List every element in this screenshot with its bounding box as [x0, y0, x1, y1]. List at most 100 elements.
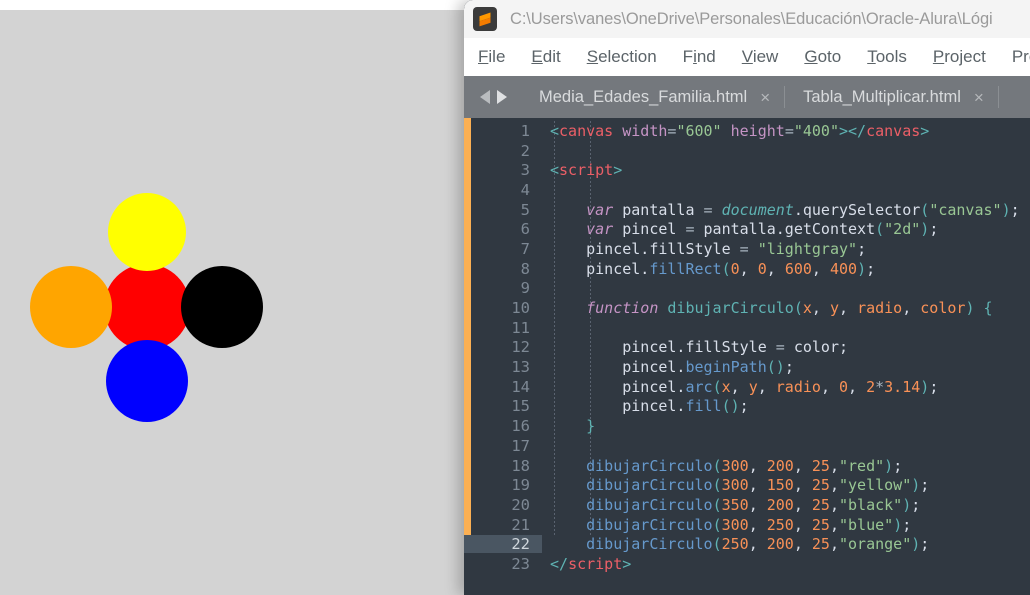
menu-item-find[interactable]: Find: [683, 47, 716, 67]
tab-navigation[interactable]: [464, 90, 521, 104]
code-line[interactable]: 12 pincel.fillStyle = color;: [464, 338, 1030, 358]
window-title: C:\Users\vanes\OneDrive\Personales\Educa…: [510, 9, 993, 28]
code-line-text: }: [586, 417, 596, 436]
tab-divider: [997, 86, 999, 108]
code-line[interactable]: 2: [464, 141, 1030, 161]
code-line[interactable]: 8 pincel.fillRect(0, 0, 600, 400);: [464, 259, 1030, 279]
menu-item-file[interactable]: File: [478, 47, 505, 67]
code-line[interactable]: 9: [464, 279, 1030, 299]
circle-red: [104, 264, 190, 350]
tab-bar: Media_Edades_Familia.html × Tabla_Multipli…: [464, 76, 1030, 118]
triangle-right-icon[interactable]: [497, 90, 507, 104]
line-number: 22: [464, 535, 542, 554]
line-number: 1: [520, 121, 530, 140]
code-line-text: <canvas width="600" height="400"></canva…: [550, 121, 930, 140]
code-line[interactable]: 16 }: [464, 416, 1030, 436]
sublime-text-window: C:\Users\vanes\OneDrive\Personales\Educa…: [464, 0, 1030, 595]
line-number: 15: [511, 397, 530, 416]
line-number: 6: [520, 220, 530, 239]
line-number: 23: [511, 554, 530, 573]
code-line[interactable]: 11: [464, 318, 1030, 338]
code-line[interactable]: 18 dibujarCirculo(300, 200, 25,"red");: [464, 456, 1030, 476]
title-bar[interactable]: C:\Users\vanes\OneDrive\Personales\Educa…: [464, 0, 1030, 38]
line-number: 20: [511, 495, 530, 514]
line-number: 13: [511, 358, 530, 377]
menu-item-project[interactable]: Project: [933, 47, 986, 67]
code-line-text: pincel.arc(x, y, radio, 0, 2*3.14);: [550, 377, 939, 396]
circle-black: [181, 266, 263, 348]
menu-item-goto[interactable]: Goto: [804, 47, 841, 67]
code-line[interactable]: 3 <script>: [464, 160, 1030, 180]
code-line-text: dibujarCirculo(350, 200, 25,"black");: [586, 495, 921, 514]
tab-Media_Edades_Familia.html[interactable]: Media_Edades_Familia.html ×: [521, 76, 784, 118]
menu-item-edit[interactable]: Edit: [531, 47, 560, 67]
code-line[interactable]: 17: [464, 436, 1030, 456]
line-number: 16: [511, 417, 530, 436]
menu-item-selection[interactable]: Selection: [587, 47, 657, 67]
line-number: 21: [511, 515, 530, 534]
line-number: 2: [520, 141, 530, 160]
browser-page: [0, 0, 470, 595]
code-line[interactable]: 13 pincel.beginPath();: [464, 357, 1030, 377]
code-line[interactable]: 20 dibujarCirculo(350, 200, 25,"black");: [464, 495, 1030, 515]
code-lines: 1 <canvas width="600" height="400"></canv…: [464, 118, 1030, 574]
line-number: 10: [511, 299, 530, 318]
code-line-text: pincel.fillStyle = "lightgray";: [550, 239, 867, 258]
line-number: 19: [511, 476, 530, 495]
code-line-text: pincel.fillRect(0, 0, 600, 400);: [550, 259, 876, 278]
circle-yellow: [108, 193, 186, 271]
line-number: 3: [520, 161, 530, 180]
code-editor[interactable]: 1 <canvas width="600" height="400"></canv…: [464, 118, 1030, 595]
line-number: 8: [520, 259, 530, 278]
code-line-text: <script>: [550, 161, 623, 180]
code-line[interactable]: 23 </script>: [464, 554, 1030, 574]
code-line-text: dibujarCirculo(300, 150, 25,"yellow");: [586, 476, 930, 495]
code-line-text: var pantalla = document.querySelector("c…: [586, 200, 1020, 219]
tab-Tabla_Multiplicar.html[interactable]: Tabla_Multiplicar.html ×: [785, 76, 998, 118]
line-number: 4: [520, 180, 530, 199]
line-number: 12: [511, 338, 530, 357]
code-line-text: dibujarCirculo(300, 200, 25,"red");: [586, 456, 903, 475]
code-line[interactable]: 21 dibujarCirculo(300, 250, 25,"blue");: [464, 515, 1030, 535]
line-number: 17: [511, 436, 530, 455]
code-line-text: var pincel = pantalla.getContext("2d");: [586, 220, 939, 239]
code-line-text: pincel.fill();: [550, 397, 749, 416]
tab-label: Tabla_Multiplicar.html: [803, 87, 961, 106]
code-line[interactable]: 14 pincel.arc(x, y, radio, 0, 2*3.14);: [464, 377, 1030, 397]
close-icon[interactable]: ×: [974, 89, 984, 106]
code-line-text: pincel.beginPath();: [550, 358, 794, 377]
code-line[interactable]: 6 var pincel = pantalla.getContext("2d")…: [464, 219, 1030, 239]
tabs-container: Media_Edades_Familia.html × Tabla_Multipli…: [521, 76, 998, 118]
tab-label: Media_Edades_Familia.html: [539, 87, 748, 106]
code-line[interactable]: 22 dibujarCirculo(250, 200, 25,"orange")…: [464, 534, 1030, 554]
triangle-left-icon[interactable]: [480, 90, 490, 104]
menu-item-prefere[interactable]: Prefere: [1012, 47, 1030, 67]
line-number: 9: [520, 279, 530, 298]
close-icon[interactable]: ×: [760, 89, 770, 106]
code-line[interactable]: 4: [464, 180, 1030, 200]
code-line[interactable]: 1 <canvas width="600" height="400"></canv…: [464, 121, 1030, 141]
code-line-text: function dibujarCirculo(x, y, radio, col…: [586, 299, 993, 318]
code-line[interactable]: 7 pincel.fillStyle = "lightgray";: [464, 239, 1030, 259]
screen: C:\Users\vanes\OneDrive\Personales\Educa…: [0, 0, 1030, 595]
menu-item-view[interactable]: View: [742, 47, 779, 67]
circle-orange: [30, 266, 112, 348]
menu-item-tools[interactable]: Tools: [867, 47, 907, 67]
circle-blue: [106, 340, 188, 422]
code-line-text: pincel.fillStyle = color;: [550, 338, 849, 357]
menu-bar: File Edit Selection Find View Goto Tools Projec…: [464, 38, 1030, 76]
code-line[interactable]: 15 pincel.fill();: [464, 397, 1030, 417]
line-number: 18: [511, 456, 530, 475]
html-canvas-output: [0, 10, 470, 595]
line-number: 7: [520, 239, 530, 258]
code-line[interactable]: 19 dibujarCirculo(300, 150, 25,"yellow")…: [464, 475, 1030, 495]
code-line[interactable]: 5 var pantalla = document.querySelector(…: [464, 200, 1030, 220]
code-line-text: dibujarCirculo(300, 250, 25,"blue");: [586, 515, 912, 534]
code-line-text: </script>: [550, 554, 632, 573]
code-line-text: dibujarCirculo(250, 200, 25,"orange");: [586, 535, 930, 554]
sublime-text-icon: [473, 7, 497, 31]
line-number: 11: [511, 318, 530, 337]
line-number: 14: [511, 377, 530, 396]
line-number: 5: [520, 200, 530, 219]
code-line[interactable]: 10 function dibujarCirculo(x, y, radio, …: [464, 298, 1030, 318]
